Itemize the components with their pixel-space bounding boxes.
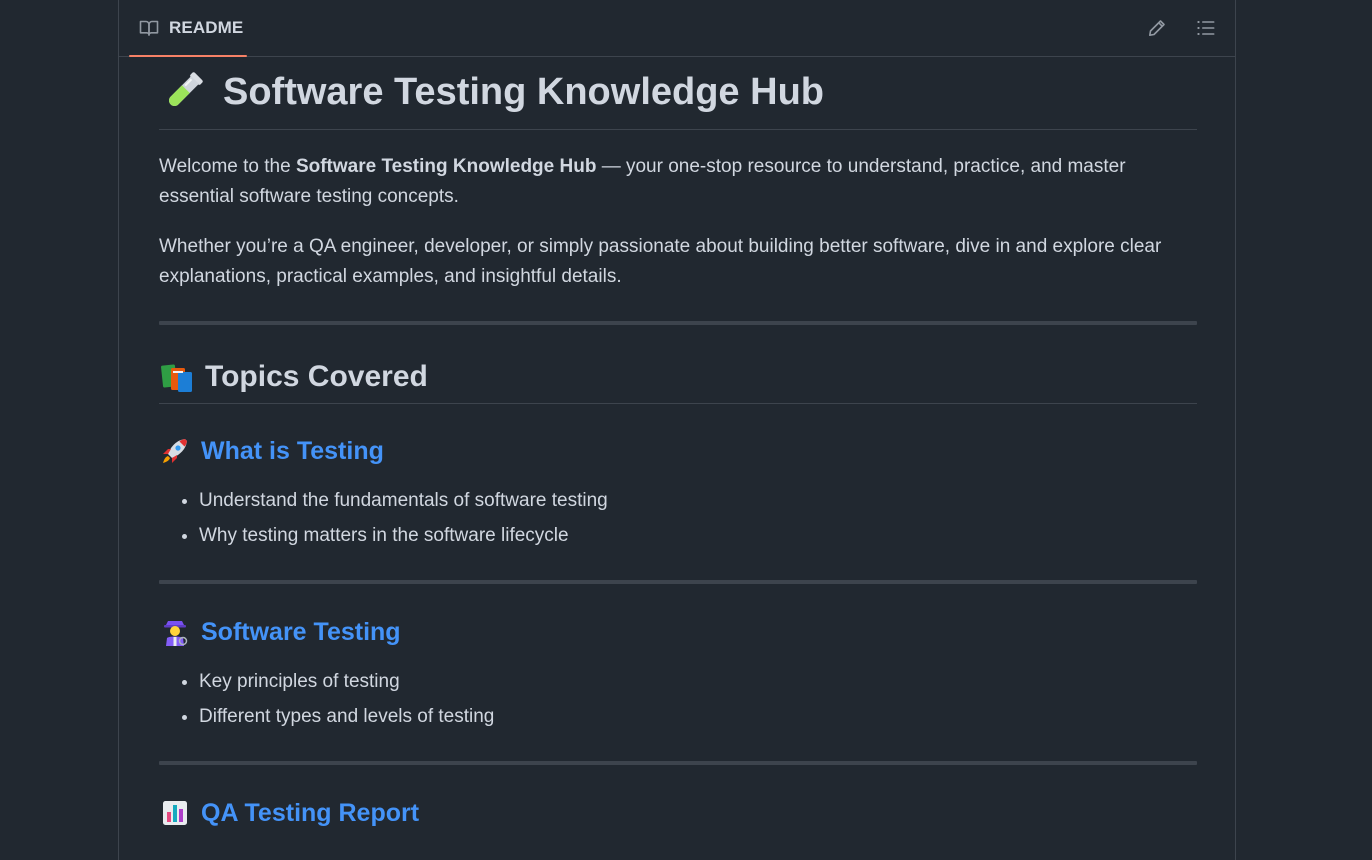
list-item: Different types and levels of testing [199, 699, 494, 734]
outline-button[interactable] [1192, 14, 1220, 42]
intro-bold-text: Software Testing Knowledge Hub [295, 156, 597, 177]
section-link-qa-testing-report[interactable]: QA Testing Report [201, 799, 419, 828]
list-item: Understand the fundamentals of software … [199, 483, 608, 518]
section-heading-qa-testing-report: QA Testing Report [159, 793, 419, 833]
readme-header: README [119, 0, 1235, 57]
list-unordered-icon [1196, 18, 1216, 38]
book-icon [139, 19, 159, 37]
section-list-what-is-testing: Understand the fundamentals of software … [159, 483, 608, 553]
tab-readme-label: README [169, 18, 244, 37]
section-list-software-testing: Key principles of testing Different type… [159, 664, 494, 734]
audience-paragraph: Whether you’re a QA engineer, developer,… [159, 236, 1162, 287]
section-link-what-is-testing[interactable]: What is Testing [201, 437, 384, 466]
page-title-text: Software Testing Knowledge Hub [223, 70, 824, 113]
tab-readme[interactable]: README [129, 0, 247, 57]
topics-heading-text: Topics Covered [205, 359, 428, 393]
section-link-software-testing[interactable]: Software Testing [201, 618, 401, 647]
list-item: Key principles of testing [199, 664, 494, 699]
divider [159, 761, 1197, 765]
intro-paragraph: Welcome to the Software Testing Knowledg… [159, 156, 1126, 207]
divider [159, 580, 1197, 584]
page-title: Software Testing Knowledge Hub [159, 57, 1197, 130]
divider [159, 321, 1197, 325]
test-tube-icon [159, 68, 207, 116]
bar-chart-icon [159, 797, 191, 829]
edit-file-button[interactable] [1143, 14, 1171, 42]
topics-heading: Topics Covered [159, 350, 1197, 404]
section-heading-what-is-testing: What is Testing [159, 431, 384, 471]
detective-icon [159, 616, 191, 648]
section-heading-software-testing: Software Testing [159, 612, 401, 652]
pencil-icon [1147, 18, 1167, 38]
list-item: Why testing matters in the software life… [199, 518, 608, 553]
books-icon [159, 359, 195, 395]
readme-panel: README Software Testing Knowledge Hub We… [118, 0, 1236, 860]
readme-content: Software Testing Knowledge Hub Welcome t… [159, 57, 1197, 827]
rocket-icon [159, 435, 191, 467]
